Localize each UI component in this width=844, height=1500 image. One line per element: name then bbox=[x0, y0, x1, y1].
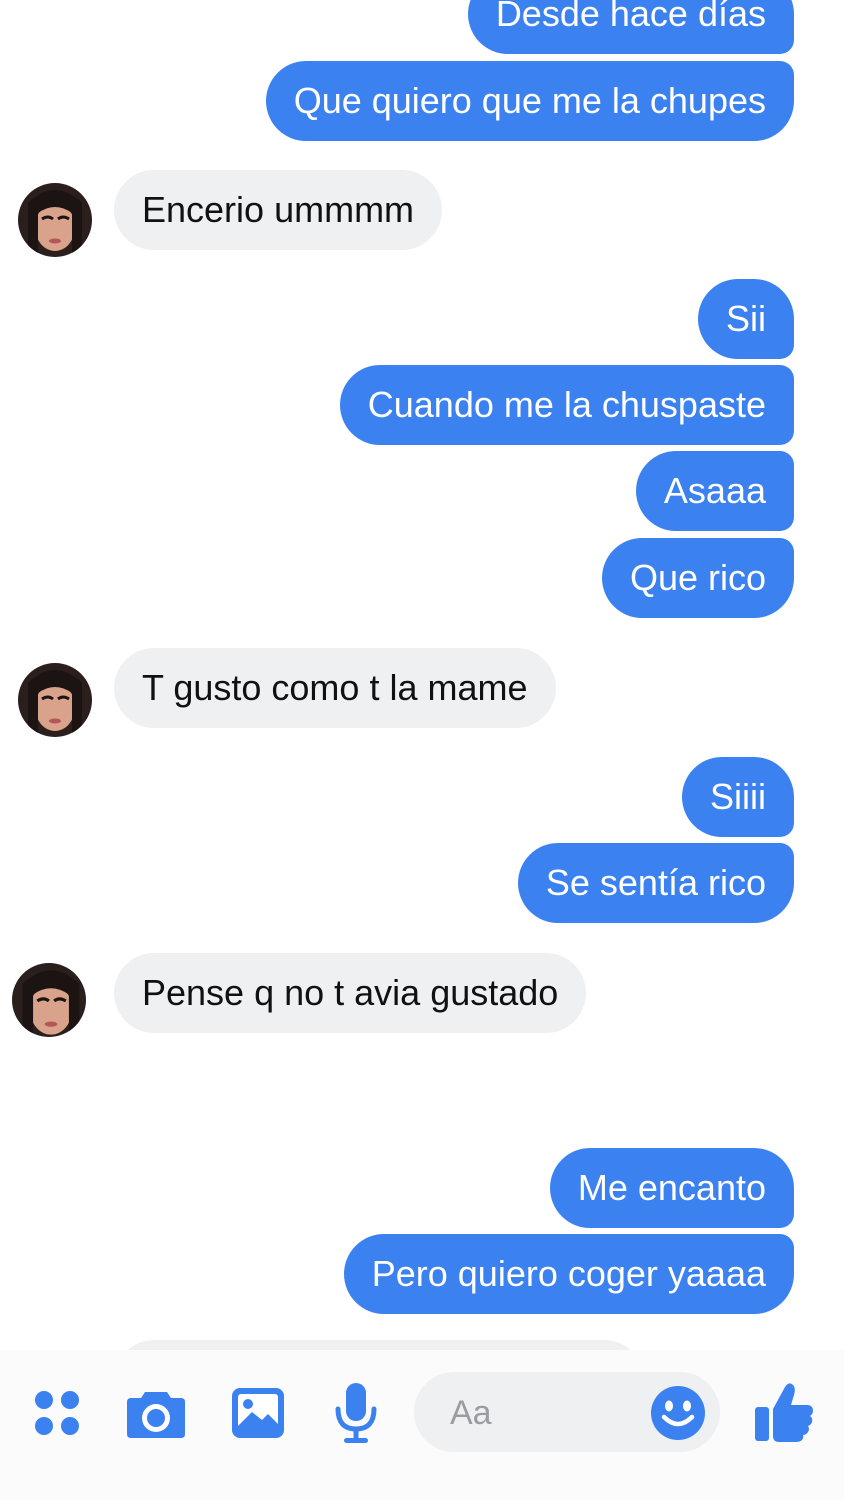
avatar-image bbox=[12, 963, 86, 1037]
gallery-icon[interactable] bbox=[228, 1384, 288, 1442]
incoming-message[interactable]: T gusto como t la mame bbox=[114, 648, 556, 728]
incoming-message[interactable]: Pense q no t avia gustado bbox=[114, 953, 587, 1033]
outgoing-message[interactable]: Me encanto bbox=[549, 1148, 794, 1228]
avatar-image bbox=[18, 663, 92, 737]
microphone-icon[interactable] bbox=[330, 1380, 382, 1446]
outgoing-message[interactable]: Pero quiero coger yaaaa bbox=[343, 1234, 794, 1314]
camera-icon[interactable] bbox=[124, 1384, 188, 1442]
emoji-icon[interactable] bbox=[650, 1385, 706, 1441]
outgoing-message[interactable]: Asaaa bbox=[635, 451, 794, 531]
outgoing-message[interactable]: Se sentía rico bbox=[517, 843, 794, 923]
thumbs-up-icon[interactable] bbox=[752, 1378, 816, 1444]
contact-avatar[interactable] bbox=[18, 183, 92, 257]
avatar-image bbox=[18, 183, 92, 257]
outgoing-message[interactable]: Desde hace días bbox=[467, 0, 794, 54]
contact-avatar[interactable] bbox=[18, 663, 92, 737]
chat-screen: Desde hace días Que quiero que me la chu… bbox=[0, 0, 844, 1500]
outgoing-message[interactable]: Sii bbox=[697, 279, 794, 359]
contact-avatar[interactable] bbox=[12, 963, 86, 1037]
outgoing-message[interactable]: Que quiero que me la chupes bbox=[265, 61, 794, 141]
outgoing-message[interactable]: Que rico bbox=[601, 538, 794, 618]
incoming-message[interactable]: Encerio ummmm bbox=[114, 170, 443, 250]
outgoing-message[interactable]: Siiii bbox=[681, 757, 794, 837]
more-apps-icon[interactable] bbox=[30, 1386, 84, 1440]
message-input[interactable] bbox=[448, 1382, 642, 1444]
outgoing-message[interactable]: Cuando me la chuspaste bbox=[339, 365, 794, 445]
message-input-field[interactable] bbox=[414, 1372, 720, 1452]
